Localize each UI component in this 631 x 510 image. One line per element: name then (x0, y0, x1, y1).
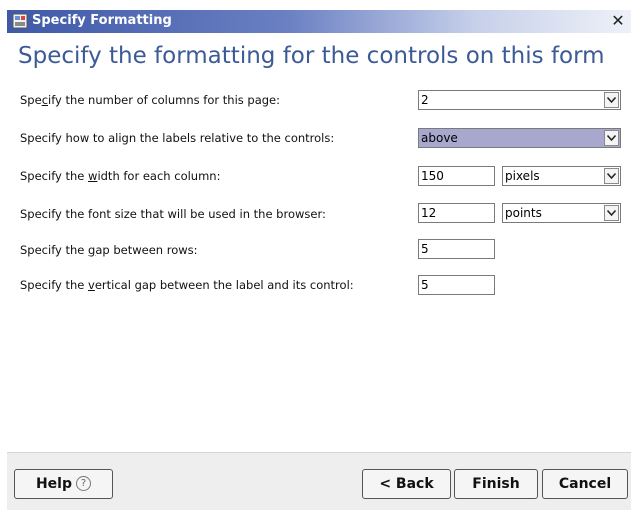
columns-label-rest: ify the number of columns for this page: (48, 93, 281, 107)
column-width-unit-value: pixels (505, 169, 540, 183)
chevron-down-icon[interactable] (604, 130, 619, 146)
label-alignment-select[interactable]: above (418, 128, 621, 148)
chevron-down-icon[interactable] (604, 168, 619, 184)
font-size-label-text: Specify the font size that will be used … (20, 207, 326, 221)
chevron-down-icon[interactable] (604, 205, 619, 221)
align-labels-label: Specify how to align the labels relative… (20, 131, 334, 145)
column-width-label-rest: idth for each column: (97, 169, 221, 183)
help-button-label: Help (35, 476, 73, 492)
columns-select[interactable]: 2 (418, 90, 621, 110)
columns-select-value: 2 (421, 93, 429, 107)
column-width-label-text: Specify the (20, 169, 89, 183)
columns-label-text: Spe (20, 93, 42, 107)
help-icon: ? (76, 475, 92, 491)
label-alignment-select-value: above (421, 131, 458, 145)
help-button[interactable]: Help? (14, 469, 113, 499)
font-size-input[interactable]: 12 (418, 203, 495, 223)
button-bar: Help? < Back Finish Cancel (7, 452, 631, 510)
specify-formatting-dialog: Specify Formatting ✕ Specify the formatt… (0, 0, 631, 510)
vertical-gap-label-text: Specify the (20, 278, 89, 292)
row-gap-label-text: Specify the (20, 243, 89, 257)
back-button[interactable]: < Back (362, 469, 451, 499)
row-gap-input[interactable]: 5 (418, 239, 495, 259)
cancel-button[interactable]: Cancel (542, 469, 628, 499)
font-size-unit-select[interactable]: points (502, 203, 621, 223)
vertical-gap-input[interactable]: 5 (418, 275, 495, 295)
vertical-gap-label-rest: ertical gap between the label and its co… (94, 278, 354, 292)
window-title: Specify Formatting (32, 13, 172, 28)
page-heading: Specify the formatting for the controls … (18, 43, 605, 69)
vertical-gap-label-accesskey: v (88, 278, 95, 292)
app-icon (12, 13, 28, 29)
column-width-label: Specify the width for each column: (20, 169, 220, 183)
title-bar[interactable]: Specify Formatting ✕ (7, 10, 631, 33)
vertical-gap-label: Specify the vertical gap between the lab… (20, 278, 354, 292)
columns-label: Specify the number of columns for this p… (20, 93, 280, 107)
font-size-label: Specify the font size that will be used … (20, 207, 326, 221)
chevron-down-icon[interactable] (604, 92, 619, 108)
row-gap-label-rest: ap between rows: (95, 243, 198, 257)
align-labels-label-text: Specify how to align the labels relative… (20, 131, 335, 145)
column-width-unit-select[interactable]: pixels (502, 166, 621, 186)
font-size-unit-value: points (505, 206, 542, 220)
column-width-input[interactable]: 150 (418, 166, 495, 186)
close-icon[interactable]: ✕ (609, 11, 627, 31)
finish-button[interactable]: Finish (454, 469, 538, 499)
row-gap-label: Specify the gap between rows: (20, 243, 198, 257)
